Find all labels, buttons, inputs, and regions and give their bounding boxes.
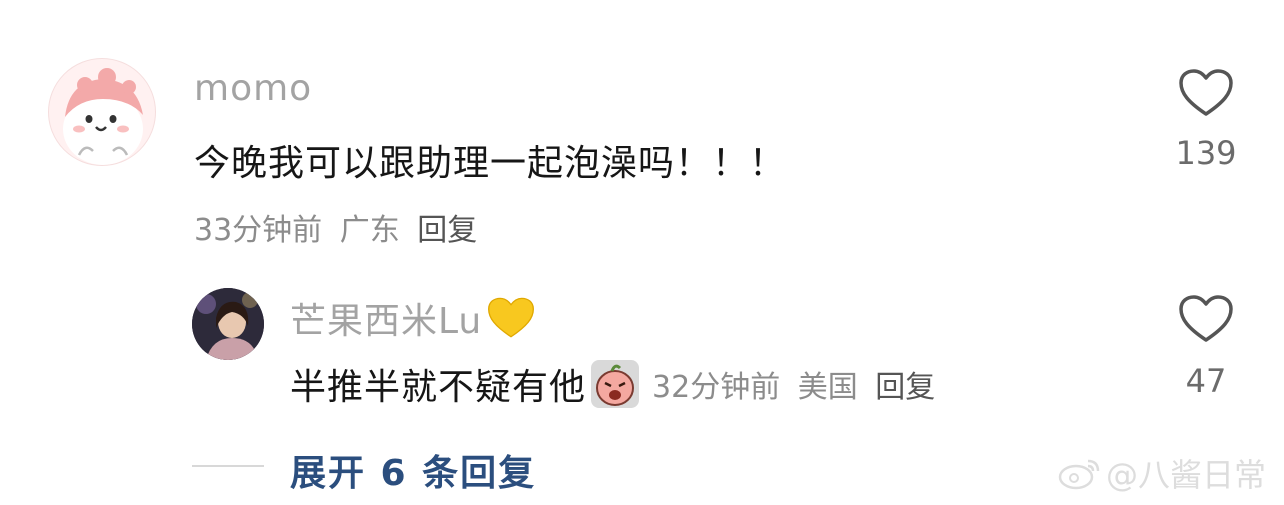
- comment-like-button[interactable]: [1178, 68, 1234, 118]
- comment-location: 广东: [339, 213, 400, 248]
- reply-reply-button[interactable]: 回复: [875, 370, 935, 405]
- comment-time: 33分钟前: [194, 213, 323, 248]
- reply-text: 半推半就不疑有他: [290, 367, 587, 408]
- reply-avatar[interactable]: [192, 288, 264, 360]
- comment-reply-button[interactable]: 回复: [417, 213, 477, 248]
- reply-meta: 32分钟前 美国 回复: [652, 362, 935, 406]
- comment-text: 今晚我可以跟助理一起泡澡吗！！！: [194, 143, 787, 184]
- photo-avatar-icon: [192, 288, 264, 360]
- cartoon-face-icon: [63, 68, 143, 165]
- comment-username[interactable]: momo: [194, 68, 312, 109]
- heart-outline-icon: [1179, 69, 1233, 116]
- expand-replies-button[interactable]: 展开 6 条回复: [290, 444, 536, 496]
- yellow-heart-icon: [488, 297, 535, 338]
- comment-like-count: 139: [1175, 134, 1237, 172]
- watermark-text: @八酱日常: [1106, 456, 1267, 494]
- comment-meta: 33分钟前 广东 回复: [194, 205, 477, 249]
- comment-avatar[interactable]: [48, 58, 156, 166]
- reply-body-row: 半推半就不疑有他 32分钟前 美国 回复: [290, 352, 935, 416]
- expand-divider: [192, 465, 264, 467]
- reply-like-count: 47: [1185, 362, 1227, 400]
- reply-username[interactable]: 芒果西米Lu: [290, 292, 482, 344]
- heart-outline-icon: [1179, 295, 1233, 342]
- weibo-logo-icon: [1058, 459, 1100, 490]
- watermark: @八酱日常: [1058, 450, 1266, 496]
- crying-face-sticker-icon: [591, 360, 640, 408]
- reply-username-row: 芒果西米Lu: [290, 292, 536, 344]
- reply-like-button[interactable]: [1178, 294, 1234, 344]
- reply-time: 32分钟前: [652, 370, 781, 405]
- reply-location: 美国: [797, 370, 858, 405]
